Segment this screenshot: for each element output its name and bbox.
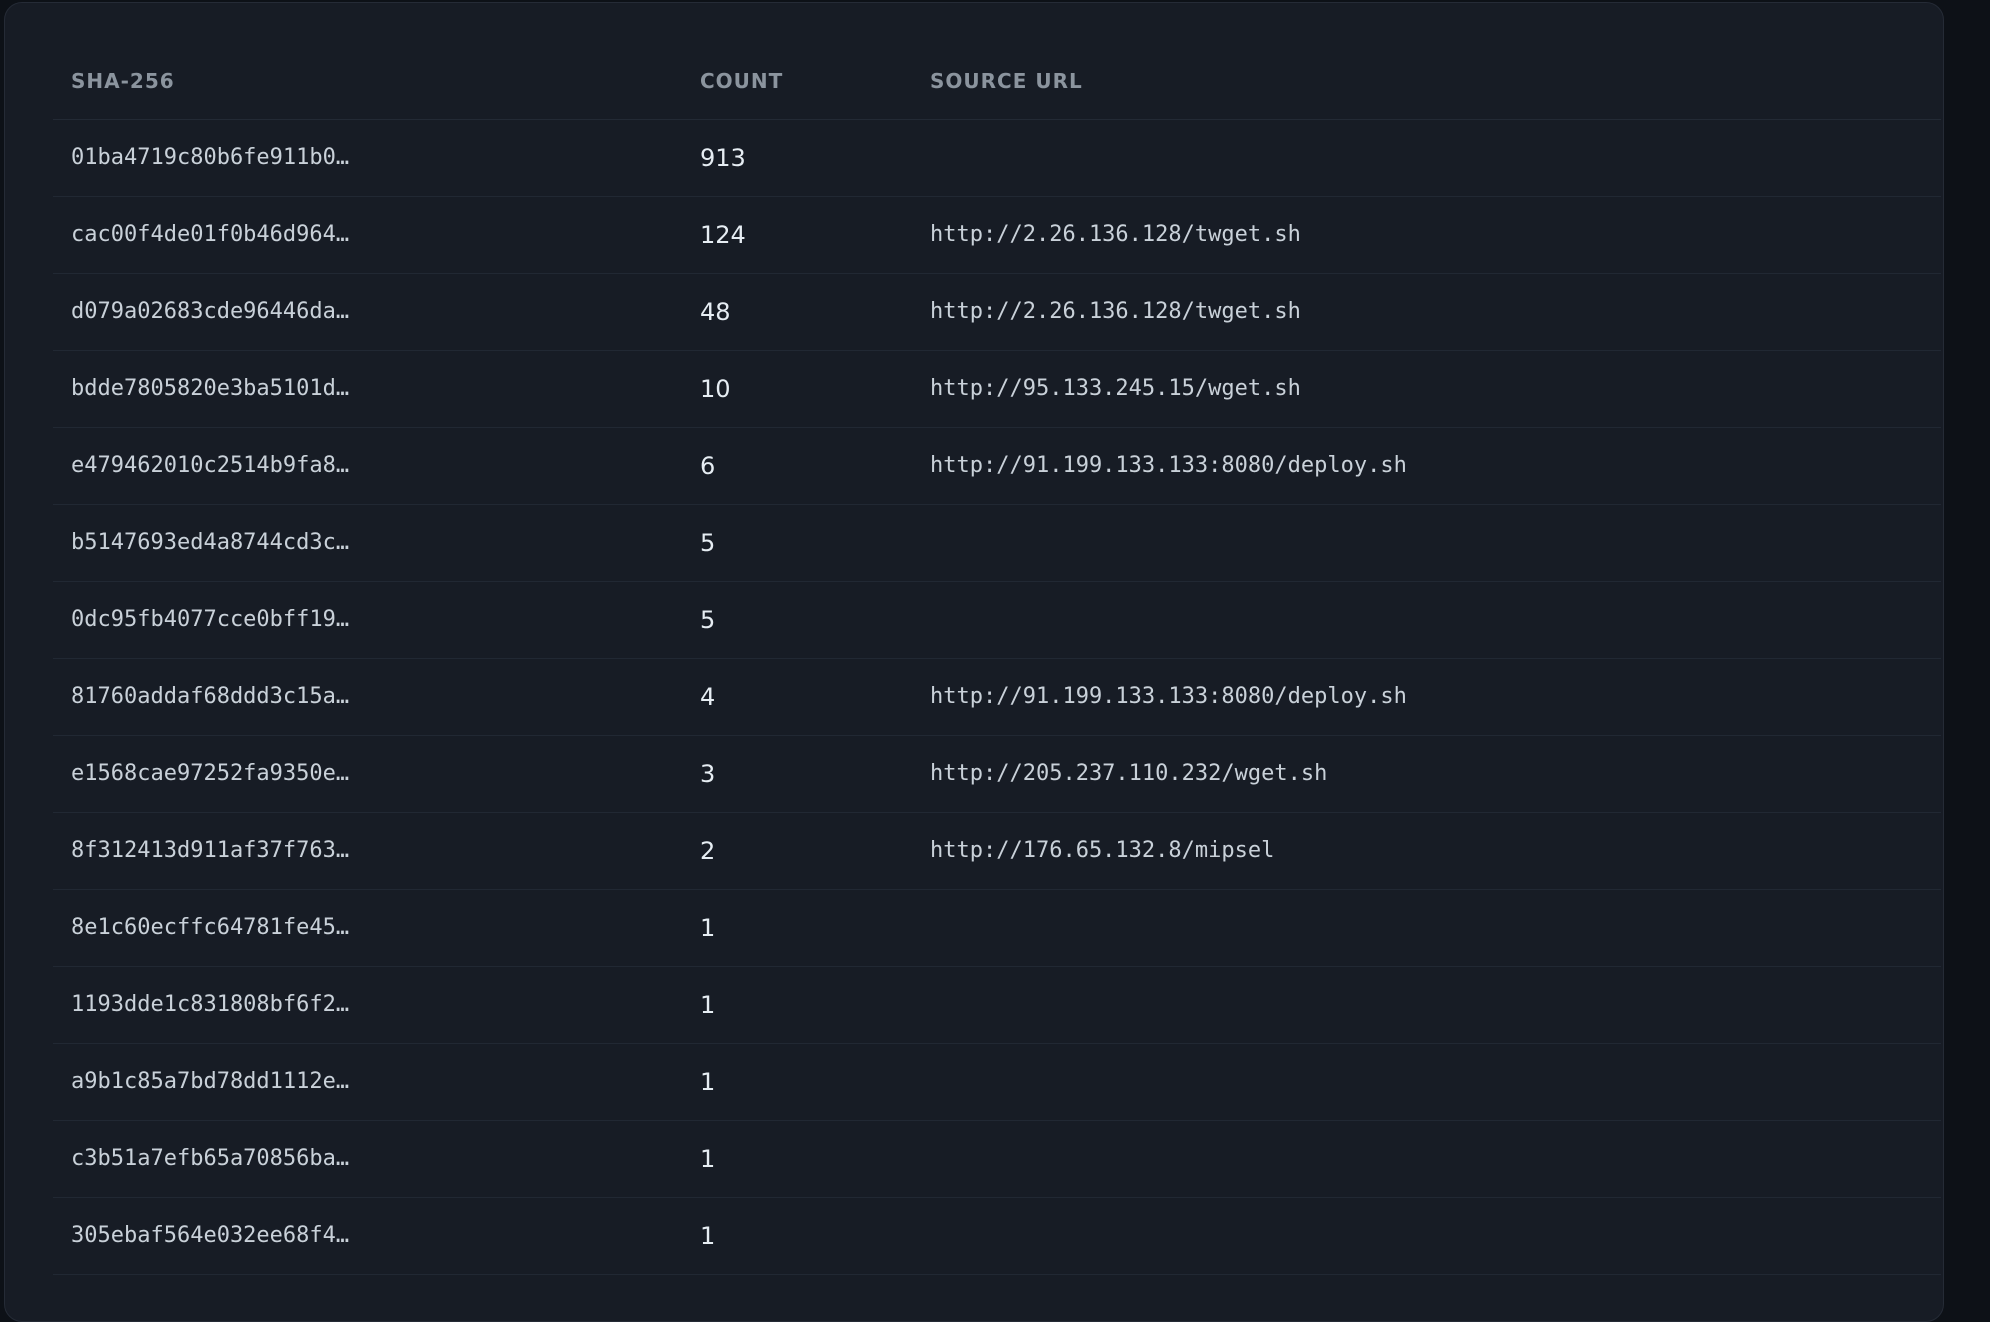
source-url-cell	[912, 504, 1941, 581]
table-row[interactable]: c3b51a7efb65a70856ba…1	[53, 1120, 1941, 1197]
hash-table: SHA-256 COUNT SOURCE URL 01ba4719c80b6fe…	[53, 43, 1941, 1275]
table-header-row: SHA-256 COUNT SOURCE URL	[53, 43, 1941, 119]
count-cell: 5	[682, 504, 912, 581]
count-cell: 5	[682, 581, 912, 658]
source-url-cell[interactable]: http://95.133.245.15/wget.sh	[912, 350, 1941, 427]
sha256-cell[interactable]: 8e1c60ecffc64781fe45…	[53, 889, 682, 966]
source-url-cell[interactable]: http://176.65.132.8/mipsel	[912, 812, 1941, 889]
count-column-header[interactable]: COUNT	[682, 43, 912, 119]
source-url-cell	[912, 966, 1941, 1043]
count-cell: 1	[682, 1197, 912, 1274]
sha256-cell[interactable]: b5147693ed4a8744cd3c…	[53, 504, 682, 581]
table-row[interactable]: e479462010c2514b9fa8…6http://91.199.133.…	[53, 427, 1941, 504]
source-url-cell[interactable]: http://205.237.110.232/wget.sh	[912, 735, 1941, 812]
table-row[interactable]: b5147693ed4a8744cd3c…5	[53, 504, 1941, 581]
count-cell: 4	[682, 658, 912, 735]
count-cell: 2	[682, 812, 912, 889]
table-row[interactable]: 305ebaf564e032ee68f4…1	[53, 1197, 1941, 1274]
table-row[interactable]: 8e1c60ecffc64781fe45…1	[53, 889, 1941, 966]
table-row[interactable]: 01ba4719c80b6fe911b0…913	[53, 119, 1941, 196]
sha256-cell[interactable]: 01ba4719c80b6fe911b0…	[53, 119, 682, 196]
count-cell: 1	[682, 966, 912, 1043]
count-cell: 1	[682, 1120, 912, 1197]
sha256-cell[interactable]: e1568cae97252fa9350e…	[53, 735, 682, 812]
sha256-cell[interactable]: cac00f4de01f0b46d964…	[53, 196, 682, 273]
count-cell: 3	[682, 735, 912, 812]
count-cell: 48	[682, 273, 912, 350]
source-url-cell	[912, 1197, 1941, 1274]
sha256-cell[interactable]: 305ebaf564e032ee68f4…	[53, 1197, 682, 1274]
source-url-cell	[912, 889, 1941, 966]
source-url-column-header[interactable]: SOURCE URL	[912, 43, 1941, 119]
source-url-cell[interactable]: http://2.26.136.128/twget.sh	[912, 273, 1941, 350]
table-row[interactable]: e1568cae97252fa9350e…3http://205.237.110…	[53, 735, 1941, 812]
sha256-cell[interactable]: e479462010c2514b9fa8…	[53, 427, 682, 504]
count-cell: 6	[682, 427, 912, 504]
source-url-cell	[912, 119, 1941, 196]
table-row[interactable]: 81760addaf68ddd3c15a…4http://91.199.133.…	[53, 658, 1941, 735]
source-url-cell	[912, 1043, 1941, 1120]
table-row[interactable]: 1193dde1c831808bf6f2…1	[53, 966, 1941, 1043]
table-row[interactable]: 8f312413d911af37f763…2http://176.65.132.…	[53, 812, 1941, 889]
table-row[interactable]: 0dc95fb4077cce0bff19…5	[53, 581, 1941, 658]
source-url-cell[interactable]: http://2.26.136.128/twget.sh	[912, 196, 1941, 273]
source-url-cell[interactable]: http://91.199.133.133:8080/deploy.sh	[912, 427, 1941, 504]
sha256-cell[interactable]: 1193dde1c831808bf6f2…	[53, 966, 682, 1043]
sha256-cell[interactable]: 8f312413d911af37f763…	[53, 812, 682, 889]
sha256-cell[interactable]: 81760addaf68ddd3c15a…	[53, 658, 682, 735]
sha256-cell[interactable]: a9b1c85a7bd78dd1112e…	[53, 1043, 682, 1120]
sha256-cell[interactable]: c3b51a7efb65a70856ba…	[53, 1120, 682, 1197]
count-cell: 124	[682, 196, 912, 273]
table-row[interactable]: a9b1c85a7bd78dd1112e…1	[53, 1043, 1941, 1120]
count-cell: 913	[682, 119, 912, 196]
table-row[interactable]: d079a02683cde96446da…48http://2.26.136.1…	[53, 273, 1941, 350]
source-url-cell	[912, 581, 1941, 658]
count-cell: 1	[682, 889, 912, 966]
count-cell: 1	[682, 1043, 912, 1120]
sha256-cell[interactable]: 0dc95fb4077cce0bff19…	[53, 581, 682, 658]
count-cell: 10	[682, 350, 912, 427]
hash-table-panel: SHA-256 COUNT SOURCE URL 01ba4719c80b6fe…	[4, 2, 1944, 1322]
source-url-cell	[912, 1120, 1941, 1197]
sha256-column-header[interactable]: SHA-256	[53, 43, 682, 119]
sha256-cell[interactable]: bdde7805820e3ba5101d…	[53, 350, 682, 427]
table-row[interactable]: cac00f4de01f0b46d964…124http://2.26.136.…	[53, 196, 1941, 273]
table-row[interactable]: bdde7805820e3ba5101d…10http://95.133.245…	[53, 350, 1941, 427]
sha256-cell[interactable]: d079a02683cde96446da…	[53, 273, 682, 350]
source-url-cell[interactable]: http://91.199.133.133:8080/deploy.sh	[912, 658, 1941, 735]
